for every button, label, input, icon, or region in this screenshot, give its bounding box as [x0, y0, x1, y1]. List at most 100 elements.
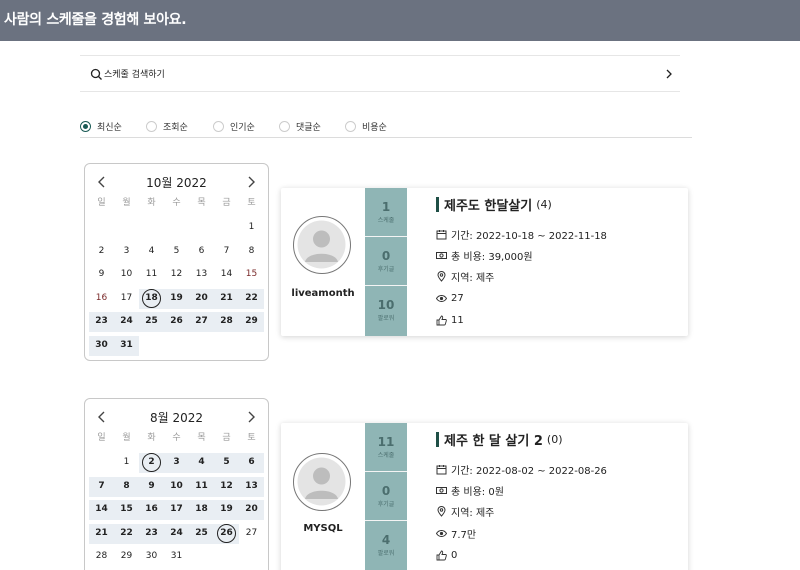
schedule-card[interactable]: MYSQL 11 스케줄 0 후기글 4 팔로워 제주 한 달 살기 2 (0) 기간:… [281, 423, 688, 570]
stat-reviews[interactable]: 0 후기글 [365, 237, 407, 286]
schedule-likes[interactable]: 11 [436, 312, 464, 328]
user-icon [297, 220, 346, 269]
stat-schedules[interactable]: 1 스케줄 [365, 188, 407, 237]
schedule-search-bar[interactable]: 스케줄 검색하기 [80, 55, 680, 92]
calendar-day[interactable]: 29 [239, 310, 264, 334]
calendar-day[interactable]: 3 [164, 451, 189, 475]
calendar-day[interactable]: 19 [214, 498, 239, 522]
calendar-day[interactable]: 30 [89, 334, 114, 358]
search-placeholder[interactable]: 스케줄 검색하기 [104, 67, 165, 80]
calendar-day[interactable]: 15 [239, 263, 264, 287]
sort-option-popular[interactable]: 인기순 [213, 118, 255, 134]
chevron-right-icon[interactable] [243, 409, 259, 425]
schedule-card[interactable]: liveamonth 1 스케줄 0 후기글 10 팔로워 제주도 한달살기 (4) 기… [281, 188, 688, 336]
calendar-day[interactable]: 5 [214, 451, 239, 475]
calendar-day[interactable]: 24 [164, 522, 189, 546]
calendar-day[interactable]: 19 [164, 287, 189, 311]
sort-option-latest[interactable]: 최신순 [80, 118, 122, 134]
calendar-day[interactable]: 7 [214, 240, 239, 264]
calendar-day[interactable]: 3 [114, 240, 139, 264]
radio-icon[interactable] [279, 120, 290, 132]
calendar-day[interactable]: 28 [89, 545, 114, 569]
calendar-day[interactable]: 16 [139, 498, 164, 522]
chevron-right-icon[interactable] [664, 67, 674, 81]
radio-icon[interactable] [146, 120, 157, 132]
calendar-day[interactable]: 12 [214, 475, 239, 499]
stat-reviews[interactable]: 0 후기글 [365, 472, 407, 521]
schedule-likes[interactable]: 0 [436, 547, 457, 563]
calendar-day[interactable]: 13 [189, 263, 214, 287]
calendar-day[interactable]: 21 [214, 287, 239, 311]
calendar-day[interactable]: 27 [239, 522, 264, 546]
calendar-day[interactable]: 11 [139, 263, 164, 287]
calendar-day[interactable]: 5 [164, 240, 189, 264]
calendar-month-title: 8월 2022 [149, 411, 204, 425]
sort-option-cost[interactable]: 비용순 [345, 118, 387, 134]
avatar[interactable] [293, 453, 351, 511]
calendar-day[interactable]: 8 [114, 475, 139, 499]
calendar-day[interactable]: 13 [239, 475, 264, 499]
weekday-label: 목 [197, 198, 206, 208]
calendar-day[interactable]: 25 [189, 522, 214, 546]
calendar-day[interactable]: 23 [89, 310, 114, 334]
calendar-day[interactable]: 9 [139, 475, 164, 499]
calendar-day[interactable]: 4 [189, 451, 214, 475]
sort-option-views[interactable]: 조회순 [146, 118, 188, 134]
radio-selected-icon[interactable] [80, 120, 91, 132]
calendar-day[interactable]: 18 [139, 287, 164, 311]
calendar-day[interactable]: 26 [164, 310, 189, 334]
calendar-day[interactable]: 7 [89, 475, 114, 499]
username[interactable]: MYSQL [281, 523, 365, 534]
calendar-day[interactable]: 10 [164, 475, 189, 499]
calendar-day[interactable]: 9 [89, 263, 114, 287]
calendar-day[interactable]: 26 [214, 522, 239, 546]
calendar-day[interactable]: 22 [114, 522, 139, 546]
schedule-title[interactable]: 제주도 한달살기 (4) [436, 194, 552, 214]
radio-icon[interactable] [213, 120, 224, 132]
calendar-day[interactable]: 12 [164, 263, 189, 287]
stat-label: 후기글 [377, 501, 395, 508]
calendar-day[interactable]: 29 [114, 545, 139, 569]
calendar-day[interactable]: 2 [89, 240, 114, 264]
calendar-day[interactable]: 11 [189, 475, 214, 499]
calendar-day[interactable]: 17 [114, 287, 139, 311]
calendar-day[interactable]: 30 [139, 545, 164, 569]
calendar-day[interactable]: 10 [114, 263, 139, 287]
sort-option-comments[interactable]: 댓글순 [279, 118, 321, 134]
calendar-day[interactable]: 24 [114, 310, 139, 334]
calendar-day[interactable]: 31 [114, 334, 139, 358]
calendar-day[interactable]: 2 [139, 451, 164, 475]
page-title: 사람의 스케줄을 경험해 보아요. [4, 12, 187, 28]
calendar-day[interactable]: 18 [189, 498, 214, 522]
calendar-day[interactable]: 31 [164, 545, 189, 569]
calendar-day[interactable]: 17 [164, 498, 189, 522]
radio-icon[interactable] [345, 120, 356, 132]
username[interactable]: liveamonth [281, 288, 365, 299]
calendar-day[interactable]: 25 [139, 310, 164, 334]
calendar-day[interactable]: 1 [239, 216, 264, 240]
stat-schedules[interactable]: 11 스케줄 [365, 423, 407, 472]
calendar-day[interactable]: 6 [239, 451, 264, 475]
calendar-day[interactable]: 27 [189, 310, 214, 334]
calendar-day[interactable]: 8 [239, 240, 264, 264]
calendar-day[interactable]: 1 [114, 451, 139, 475]
thumbs-up-icon[interactable] [436, 550, 447, 561]
calendar-day[interactable]: 4 [139, 240, 164, 264]
calendar-day[interactable]: 16 [89, 287, 114, 311]
avatar[interactable] [293, 216, 351, 274]
calendar-day[interactable]: 14 [214, 263, 239, 287]
chevron-right-icon[interactable] [243, 174, 259, 190]
schedule-title[interactable]: 제주 한 달 살기 2 (0) [436, 429, 563, 449]
calendar-day[interactable]: 22 [239, 287, 264, 311]
calendar-day[interactable]: 20 [239, 498, 264, 522]
calendar-day[interactable]: 20 [189, 287, 214, 311]
calendar-day[interactable]: 14 [89, 498, 114, 522]
calendar-day[interactable]: 21 [89, 522, 114, 546]
stat-followers[interactable]: 4 팔로워 [365, 521, 407, 570]
thumbs-up-icon[interactable] [436, 315, 447, 326]
calendar-day[interactable]: 28 [214, 310, 239, 334]
calendar-day[interactable]: 15 [114, 498, 139, 522]
stat-followers[interactable]: 10 팔로워 [365, 286, 407, 336]
calendar-day[interactable]: 6 [189, 240, 214, 264]
calendar-day[interactable]: 23 [139, 522, 164, 546]
